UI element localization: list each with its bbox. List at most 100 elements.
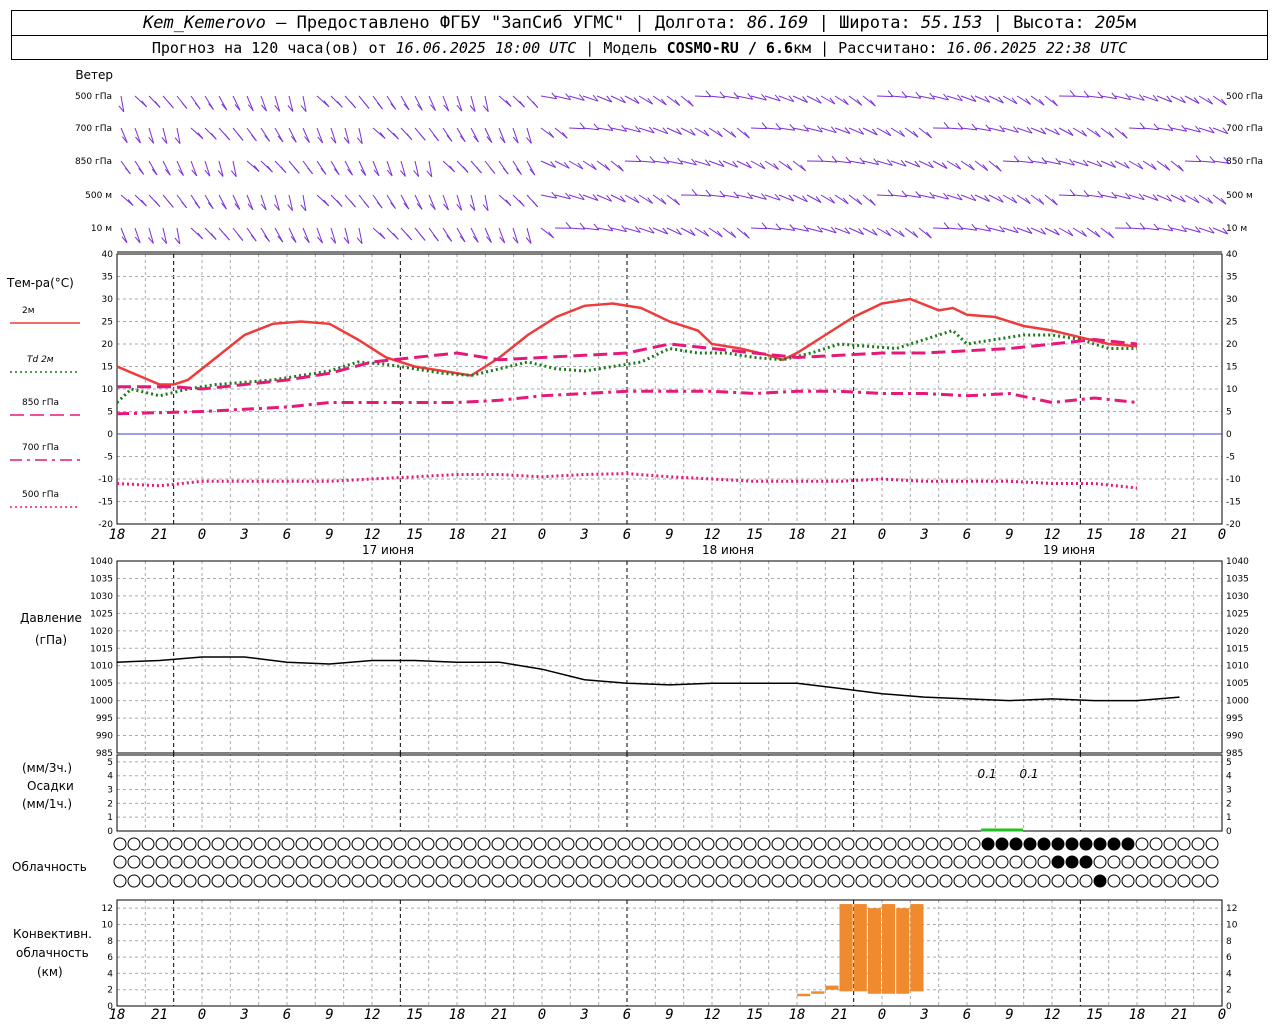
wind-barb — [400, 127, 413, 141]
cloud-clear-symbol — [659, 837, 673, 851]
wind-barb-feather — [390, 202, 396, 209]
wind-barb — [918, 160, 934, 169]
wind-barb — [161, 227, 168, 244]
y-tick-label-right: 12 — [1226, 904, 1237, 914]
wind-barb — [806, 95, 822, 104]
wind-barb — [1212, 194, 1227, 205]
wind-barb — [1212, 95, 1227, 106]
hour-label: 21 — [491, 1007, 508, 1023]
cloud-clear-symbol — [113, 837, 127, 851]
wind-barb — [1170, 194, 1186, 203]
cloud-clear-symbol — [869, 837, 883, 851]
wind-barb — [890, 227, 905, 238]
wind-barb — [1002, 95, 1018, 105]
wind-barb — [1128, 160, 1144, 170]
wind-barb — [498, 127, 506, 144]
cloud-clear-symbol — [897, 837, 911, 851]
cloud-clear-symbol — [953, 855, 967, 869]
hour-label: 18 — [789, 527, 806, 543]
wind-barb — [988, 194, 1004, 203]
hour-label: 18 — [789, 1007, 806, 1023]
cloud-clear-symbol — [1107, 874, 1121, 888]
wind-barb — [386, 127, 399, 140]
wind-barb — [246, 95, 254, 112]
cloud-clear-symbol — [715, 874, 729, 888]
wind-barb — [1142, 94, 1159, 102]
hour-label: 0 — [198, 527, 206, 543]
wind-barb — [624, 194, 640, 204]
cloud-clear-symbol — [239, 874, 253, 888]
wind-barb — [820, 155, 838, 163]
wind-barb — [330, 127, 337, 144]
cloud-clear-symbol — [281, 837, 295, 851]
wind-barb — [232, 127, 244, 141]
y-tick-label-right: 1035 — [1226, 574, 1249, 584]
wind-barb — [1030, 227, 1047, 235]
cloud-clear-symbol — [967, 874, 981, 888]
cloud-clear-symbol — [911, 874, 925, 888]
cloud-clear-symbol — [155, 837, 169, 851]
temperature-panel: Тем-ра(°C) 2мTd 2м850 гПа700 гПа500 гПа … — [6, 250, 1241, 530]
wind-barb — [512, 95, 525, 108]
wind-barb — [736, 227, 750, 239]
wind-barb-shaft — [764, 227, 781, 231]
wind-barb — [764, 160, 779, 170]
wind-barb — [1184, 125, 1201, 133]
cloud-clear-symbol — [827, 874, 841, 888]
wind-barb — [218, 194, 227, 210]
precip-grid: 5 5 4 4 3 3 2 2 1 1 0 0 — [107, 753, 1232, 837]
wind-barb — [120, 227, 128, 244]
wind-barb-shaft — [582, 227, 599, 231]
wind-barb — [876, 189, 894, 197]
cloud-clear-symbol — [953, 837, 967, 851]
wind-barb-shaft — [232, 95, 241, 111]
wind-barb — [834, 194, 849, 205]
cloud-clear-symbol — [1149, 837, 1163, 851]
cloud-clear-symbol — [169, 855, 183, 869]
cloud-clear-symbol — [743, 874, 757, 888]
wind-barb-feather — [350, 101, 357, 109]
hour-label: 0 — [1218, 527, 1226, 543]
cloud-clear-symbol — [687, 855, 701, 869]
wind-barb-shaft — [806, 194, 822, 203]
wind-barb — [274, 95, 281, 112]
y-tick-label-right: 2 — [1226, 799, 1232, 809]
hour-label: 18 — [109, 1007, 126, 1023]
wind-barb — [1086, 190, 1104, 198]
conv-title-2: облачность — [16, 946, 89, 960]
wind-barb-feather — [350, 200, 356, 208]
wind-barb — [890, 127, 905, 137]
meteogram-svg: Ветер 500 гПа 700 гПа 850 гПа 500 м 10 м… — [6, 68, 1263, 1023]
wind-barb-feather — [565, 221, 572, 229]
wind-barb-feather — [293, 166, 300, 174]
wind-barb-shaft — [498, 127, 506, 143]
cloud-clear-symbol — [743, 837, 757, 851]
cloud-clear-symbol — [617, 874, 631, 888]
cloud-clear-symbol — [701, 837, 715, 851]
cloud-clear-symbol — [897, 874, 911, 888]
cloud-clear-symbol — [1023, 874, 1037, 888]
cloud-clear-symbol — [253, 855, 267, 869]
wind-barb — [512, 194, 525, 207]
precip-panel: (мм/3ч.) Осадки (мм/1ч.) 5 5 4 4 3 3 2 2 1 1 0 0 0.… — [22, 753, 1232, 837]
wind-barb — [1114, 221, 1132, 229]
wind-barb — [694, 159, 711, 167]
hour-label: 6 — [623, 527, 631, 543]
wind-barb — [358, 160, 367, 176]
wind-barb — [722, 191, 740, 199]
wind-barb-shaft — [372, 160, 380, 176]
cloud-overcast-symbol — [1051, 837, 1065, 851]
y-tick-label: 10 — [102, 920, 114, 930]
wind-barb — [582, 123, 600, 131]
wind-barb-shaft — [1072, 194, 1089, 197]
cloud-clear-symbol — [407, 874, 421, 888]
wind-barb — [274, 194, 280, 211]
cloud-clear-symbol — [603, 855, 617, 869]
wind-barb — [134, 194, 147, 207]
wind-barb — [174, 127, 181, 145]
cloud-clear-symbol — [673, 837, 687, 851]
wind-barb-shaft — [862, 127, 878, 136]
wind-barb — [442, 227, 453, 242]
cloud-overcast-symbol — [1093, 874, 1107, 888]
cloud-clear-symbol — [771, 837, 785, 851]
